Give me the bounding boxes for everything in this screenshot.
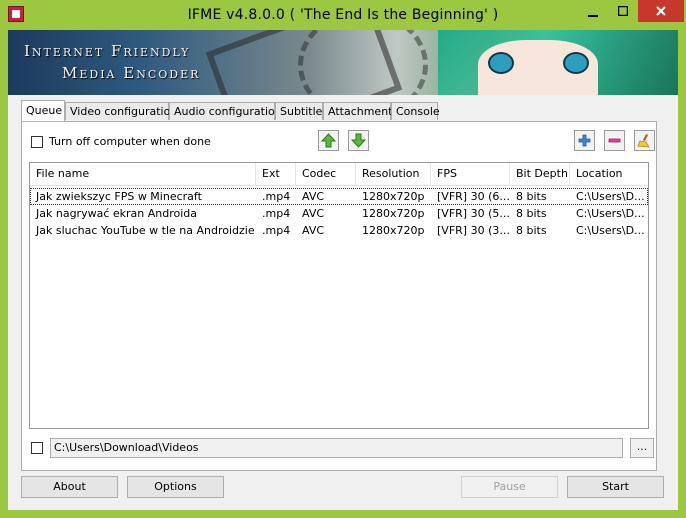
column-header-file-name[interactable]: File name	[30, 163, 256, 185]
cell-bit-depth: 8 bits	[516, 207, 547, 220]
shutdown-label: Turn off computer when done	[49, 135, 211, 148]
cell-file-name: Jak zwiekszyc FPS w Minecraft	[36, 190, 202, 203]
minimize-button[interactable]	[578, 0, 608, 22]
maximize-icon	[617, 5, 629, 17]
tab-subtitle[interactable]: Subtitle	[275, 102, 323, 120]
column-header-fps[interactable]: FPS	[431, 163, 510, 185]
maximize-button[interactable]	[608, 0, 638, 22]
cell-fps: [VFR] 30 (3...	[437, 224, 510, 237]
minus-icon	[608, 138, 621, 143]
cell-resolution: 1280x720p	[362, 224, 425, 237]
about-button[interactable]: About	[21, 476, 118, 498]
cell-file-name: Jak sluchac YouTube w tle na Androidzie	[36, 224, 255, 237]
column-header-resolution[interactable]: Resolution	[356, 163, 431, 185]
tab-queue[interactable]: Queue	[21, 100, 65, 121]
start-button[interactable]: Start	[567, 476, 664, 498]
arrow-up-icon	[321, 133, 336, 148]
queue-list-header: File name Ext Codec Resolution FPS Bit D…	[30, 163, 648, 186]
cell-location: C:\Users\D...	[576, 190, 645, 203]
film-reel-graphic	[298, 30, 428, 95]
cell-location: C:\Users\D...	[576, 207, 645, 220]
remove-file-button[interactable]	[604, 130, 625, 151]
arrow-down-icon	[351, 133, 366, 148]
broom-icon	[637, 134, 650, 148]
app-window: IFME v4.8.0.0 ( 'The End Is the Beginnin…	[0, 0, 686, 518]
add-file-button[interactable]	[574, 130, 595, 151]
output-path-field[interactable]: C:\Users\Download\Videos	[50, 438, 623, 458]
move-down-button[interactable]	[348, 130, 369, 151]
banner-title-line1: Internet Friendly	[24, 42, 191, 60]
close-icon	[656, 6, 666, 16]
table-row[interactable]: Jak nagrywać ekran Androida .mp4 AVC 128…	[30, 205, 648, 222]
custom-output-checkbox[interactable]	[31, 442, 43, 454]
cell-ext: .mp4	[262, 190, 291, 203]
cell-codec: AVC	[302, 190, 325, 203]
column-header-location[interactable]: Location	[570, 163, 648, 185]
close-button[interactable]	[638, 0, 684, 22]
column-header-codec[interactable]: Codec	[296, 163, 356, 185]
cell-ext: .mp4	[262, 224, 291, 237]
table-row[interactable]: Jak sluchac YouTube w tle na Androidzie …	[30, 222, 648, 239]
cell-resolution: 1280x720p	[362, 207, 425, 220]
cell-codec: AVC	[302, 207, 325, 220]
shutdown-checkbox[interactable]	[31, 136, 43, 148]
tab-console[interactable]: Console	[391, 102, 440, 120]
cell-resolution: 1280x720p	[362, 190, 425, 203]
main-client-area: Internet Friendly Media Encoder Queue Vi…	[8, 30, 678, 510]
queue-panel: Turn off computer when done File name Ex…	[21, 121, 657, 471]
minimize-icon	[588, 15, 598, 17]
queue-list[interactable]: File name Ext Codec Resolution FPS Bit D…	[29, 162, 649, 429]
table-row[interactable]: Jak zwiekszyc FPS w Minecraft .mp4 AVC 1…	[30, 188, 648, 205]
options-button[interactable]: Options	[127, 476, 224, 498]
cell-codec: AVC	[302, 224, 325, 237]
banner-title-line2: Media Encoder	[62, 64, 201, 82]
cell-bit-depth: 8 bits	[516, 224, 547, 237]
move-up-button[interactable]	[318, 130, 339, 151]
cell-bit-depth: 8 bits	[516, 190, 547, 203]
character-eye-graphic	[563, 52, 589, 74]
column-header-bit-depth[interactable]: Bit Depth	[510, 163, 570, 185]
browse-output-button[interactable]: ...	[630, 438, 654, 458]
plus-icon	[578, 134, 591, 147]
cell-location: C:\Users\D...	[576, 224, 645, 237]
tab-video-configuration[interactable]: Video configuration	[65, 102, 177, 120]
cell-fps: [VFR] 30 (5...	[437, 207, 510, 220]
cell-file-name: Jak nagrywać ekran Androida	[36, 207, 197, 220]
column-header-ext[interactable]: Ext	[256, 163, 296, 185]
pause-button[interactable]: Pause	[461, 476, 558, 498]
clear-list-button[interactable]	[634, 130, 655, 151]
character-eye-graphic	[488, 52, 514, 74]
cell-fps: [VFR] 30 (6...	[437, 190, 510, 203]
title-bar[interactable]: IFME v4.8.0.0 ( 'The End Is the Beginnin…	[0, 0, 686, 30]
banner-image: Internet Friendly Media Encoder	[8, 30, 678, 95]
cell-ext: .mp4	[262, 207, 291, 220]
tab-attachment[interactable]: Attachment	[323, 102, 393, 120]
tab-audio-configuration[interactable]: Audio configuration	[169, 102, 282, 120]
